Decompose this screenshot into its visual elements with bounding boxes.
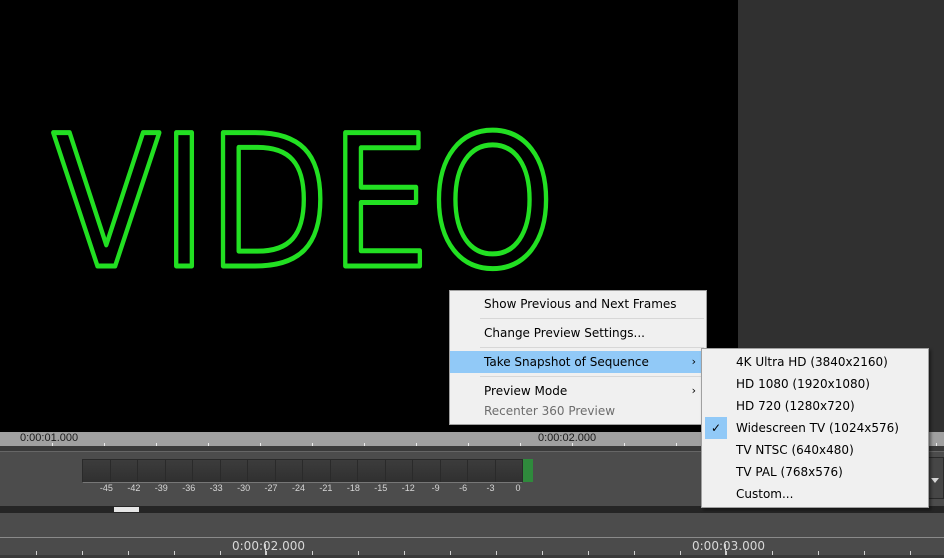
meter-cell (330, 460, 358, 482)
meter-scale-label: -27 (264, 483, 278, 493)
clip-indicator[interactable] (523, 459, 533, 482)
meter-scale-label: -12 (401, 483, 415, 493)
meter-cell (110, 460, 138, 482)
meter-cell (303, 460, 331, 482)
menu-item-preview-mode[interactable]: Preview Mode › (450, 380, 706, 402)
submenu-item-hd720[interactable]: HD 720 (1280x720) (702, 395, 928, 417)
submenu-item-label: Custom... (736, 487, 794, 501)
submenu-item-label: HD 1080 (1920x1080) (736, 377, 870, 391)
snapshot-submenu: 4K Ultra HD (3840x2160) HD 1080 (1920x10… (701, 348, 929, 508)
meter-scale-label: -36 (182, 483, 196, 493)
meter-cell (413, 460, 441, 482)
bottom-time-ruler[interactable]: 0:00:02.000 0:00:03.000 (0, 538, 944, 558)
meter-cell (248, 460, 276, 482)
chevron-right-icon: › (691, 355, 696, 368)
menu-separator (480, 347, 704, 348)
meter-scale-label: -21 (319, 483, 333, 493)
timeline-track-area[interactable] (0, 513, 944, 538)
meter-cell (275, 460, 303, 482)
menu-item-take-snapshot[interactable]: Take Snapshot of Sequence › (450, 351, 706, 373)
meter-scale-label: -18 (346, 483, 360, 493)
meter-cell (468, 460, 496, 482)
meter-scale-label: 0 (515, 483, 521, 493)
meter-scale-label: -9 (431, 483, 440, 493)
meter-scale-label: -3 (486, 483, 495, 493)
submenu-item-label: HD 720 (1280x720) (736, 399, 855, 413)
chevron-right-icon: › (691, 384, 696, 397)
submenu-item-hd1080[interactable]: HD 1080 (1920x1080) (702, 373, 928, 395)
meter-cell (385, 460, 413, 482)
meter-cell (495, 460, 522, 482)
meter-scale-label: -45 (99, 483, 113, 493)
menu-item-recenter-360: Recenter 360 Preview (450, 402, 706, 422)
meter-scale-label: -39 (154, 483, 168, 493)
menu-item-label: Preview Mode (484, 384, 568, 398)
submenu-item-widescreen-tv[interactable]: ✓ Widescreen TV (1024x576) (702, 417, 928, 439)
menu-item-label: Recenter 360 Preview (484, 404, 616, 418)
submenu-item-label: TV NTSC (640x480) (736, 443, 854, 457)
video-title-text: VIDEO (52, 97, 555, 310)
meter-scale-label: -33 (209, 483, 223, 493)
submenu-item-tv-pal[interactable]: TV PAL (768x576) (702, 461, 928, 483)
submenu-item-label: 4K Ultra HD (3840x2160) (736, 355, 888, 369)
menu-item-change-preview-settings[interactable]: Change Preview Settings... (450, 322, 706, 344)
submenu-item-label: TV PAL (768x576) (736, 465, 843, 479)
menu-item-label: Take Snapshot of Sequence (484, 355, 649, 369)
menu-item-label: Change Preview Settings... (484, 326, 645, 340)
meter-cell (83, 460, 111, 482)
ruler-label: 0:00:02.000 (538, 432, 597, 444)
meter-cell (138, 460, 166, 482)
menu-item-show-prev-next-frames[interactable]: Show Previous and Next Frames (450, 293, 706, 315)
ruler-label: 0:00:02.000 (232, 539, 305, 553)
meter-cell (193, 460, 221, 482)
meter-cell (358, 460, 386, 482)
meter-cell (440, 460, 468, 482)
meter-cell (165, 460, 193, 482)
ruler-label: 0:00:01.000 (20, 432, 79, 444)
audio-level-meter (82, 459, 523, 483)
meter-scale-label: -6 (459, 483, 468, 493)
submenu-item-custom[interactable]: Custom... (702, 483, 928, 505)
menu-separator (480, 318, 704, 319)
preview-context-menu: Show Previous and Next Frames Change Pre… (449, 290, 707, 425)
meter-scale-label: -24 (291, 483, 306, 493)
ruler-label: 0:00:03.000 (692, 539, 765, 553)
menu-item-label: Show Previous and Next Frames (484, 297, 677, 311)
submenu-item-tv-ntsc[interactable]: TV NTSC (640x480) (702, 439, 928, 461)
checkmark-icon: ✓ (705, 417, 727, 439)
menu-separator (480, 376, 704, 377)
submenu-item-label: Widescreen TV (1024x576) (736, 421, 899, 435)
meter-scale-label: -42 (127, 483, 141, 493)
meter-cell (220, 460, 248, 482)
chevron-down-icon (931, 478, 939, 483)
meter-scale-label: -15 (374, 483, 388, 493)
meter-scale-label: -30 (237, 483, 251, 493)
submenu-item-4k[interactable]: 4K Ultra HD (3840x2160) (702, 351, 928, 373)
scrollbar-thumb[interactable] (114, 507, 139, 512)
